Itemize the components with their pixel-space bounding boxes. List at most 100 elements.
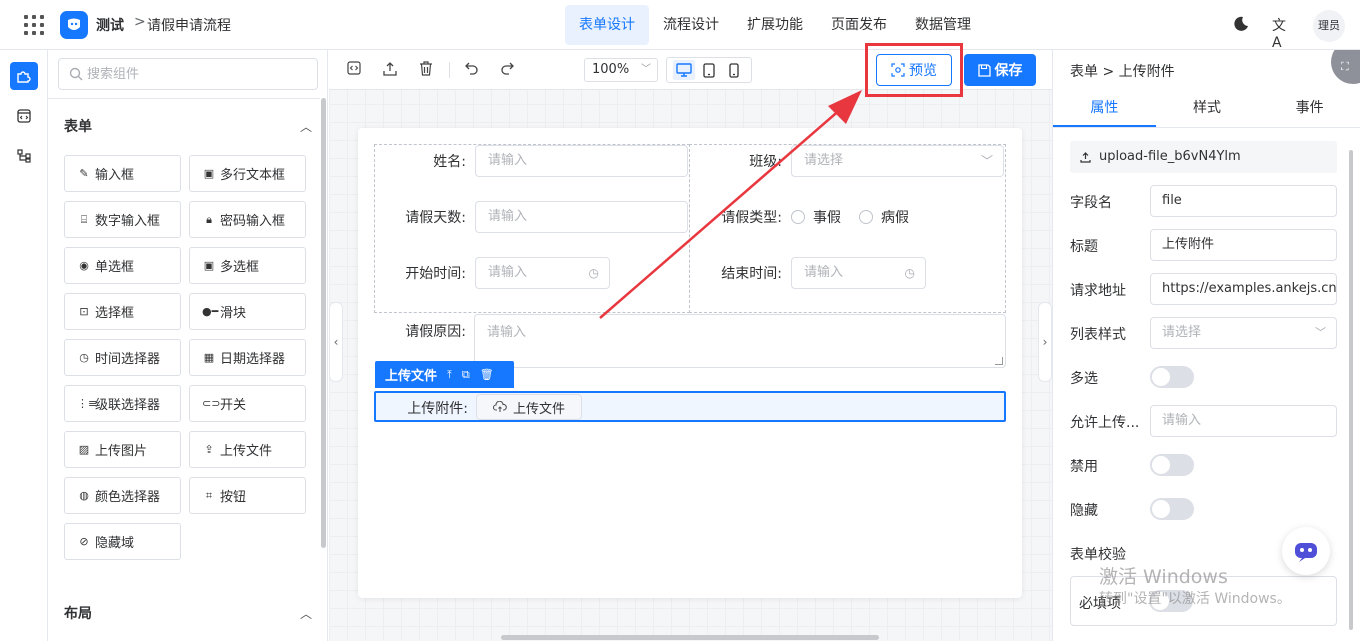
trash-icon[interactable]: 🗑︎ <box>480 368 494 381</box>
resize-grip-icon[interactable] <box>995 357 1003 365</box>
dark-mode-moon-icon[interactable] <box>1233 16 1249 32</box>
start-time-input[interactable]: 请输入 ◷ <box>475 257 610 289</box>
canvas-horizontal-scrollbar[interactable] <box>501 635 879 640</box>
comp-checkbox[interactable]: ▣ 多选框 <box>189 247 306 284</box>
comp-label: 颜色选择器 <box>95 490 161 505</box>
apps-grid-icon[interactable] <box>24 15 44 35</box>
selected-tag-label: 上传文件 <box>385 369 438 384</box>
end-time-input[interactable]: 请输入 ◷ <box>791 257 926 289</box>
desktop-icon[interactable] <box>672 60 695 80</box>
name-input[interactable]: 请输入 <box>475 145 688 177</box>
comp-upload-file[interactable]: ⇪ 上传文件 <box>189 431 306 468</box>
group-title-form[interactable]: 表单 <box>64 116 92 136</box>
request-url-input[interactable]: https://examples.ankejs.cn/ <box>1150 273 1337 305</box>
palette-scrollbar[interactable] <box>321 98 326 548</box>
tab-style[interactable]: 样式 <box>1156 90 1259 127</box>
radio-personal-leave[interactable]: 事假 <box>791 207 841 227</box>
comp-color-picker[interactable]: ◍ 颜色选择器 <box>64 477 181 514</box>
chevron-up-icon[interactable]: ︿ <box>300 605 312 622</box>
left-icon-rail <box>0 50 48 641</box>
delete-icon[interactable] <box>417 61 435 79</box>
switch-knob <box>1152 368 1170 386</box>
save-label: 保存 <box>994 63 1023 79</box>
radio-sick-leave[interactable]: 病假 <box>859 207 909 227</box>
translate-icon[interactable]: 文A <box>1272 15 1290 51</box>
app-logo-icon <box>60 11 88 39</box>
clock-icon: ◷ <box>904 266 915 280</box>
collapse-right-handle[interactable]: › <box>1038 302 1052 382</box>
comp-radio[interactable]: ◉ 单选框 <box>64 247 181 284</box>
app-name[interactable]: 测试 <box>96 15 124 35</box>
comp-slider[interactable]: ●━ 滑块 <box>189 293 306 330</box>
tablet-icon[interactable] <box>698 60 720 80</box>
component-id-text: upload-file_b6vN4Ylm <box>1099 149 1241 164</box>
multiple-switch[interactable] <box>1150 366 1194 388</box>
title-input[interactable]: 上传附件 <box>1150 229 1337 261</box>
tab-extensions[interactable]: 扩展功能 <box>733 5 817 45</box>
class-select[interactable]: 请选择 ﹀ <box>791 145 1004 177</box>
comp-hidden-field[interactable]: ⊘ 隐藏域 <box>64 523 181 560</box>
search-input[interactable] <box>87 59 312 89</box>
comp-date-picker[interactable]: ▦ 日期选择器 <box>189 339 306 376</box>
tab-events[interactable]: 事件 <box>1258 90 1360 127</box>
tab-form-design[interactable]: 表单设计 <box>565 5 649 45</box>
comp-select[interactable]: ⊡ 选择框 <box>64 293 181 330</box>
save-button[interactable]: 保存 <box>964 54 1036 86</box>
breadcrumb-root[interactable]: 表单 <box>1070 64 1098 80</box>
tab-properties[interactable]: 属性 <box>1053 90 1156 127</box>
import-icon[interactable] <box>381 61 399 79</box>
textarea-icon: ▣ <box>203 167 215 180</box>
selected-upload-field[interactable]: 上传附件: 上传文件 <box>374 391 1006 422</box>
allow-upload-input[interactable]: 请输入 <box>1150 405 1337 437</box>
number-icon: ⌸ <box>80 212 88 226</box>
comp-time-picker[interactable]: ◷ 时间选择器 <box>64 339 181 376</box>
device-switcher <box>666 57 752 83</box>
upload-file-button[interactable]: 上传文件 <box>476 394 582 420</box>
assistant-bot-icon[interactable] <box>1282 527 1330 575</box>
comp-switch[interactable]: ⊂⊃ 开关 <box>189 385 306 422</box>
properties-panel: 表单 > 上传附件 ⛶ 属性 样式 事件 upload-file_b6vN4Yl… <box>1052 50 1360 641</box>
tab-page-publish[interactable]: 页面发布 <box>817 5 901 45</box>
group-title-layout[interactable]: 布局 <box>64 603 92 623</box>
tab-flow-design[interactable]: 流程设计 <box>649 5 733 45</box>
hidden-switch[interactable] <box>1150 498 1194 520</box>
copy-icon[interactable]: ⧉ <box>462 368 470 382</box>
mobile-icon[interactable] <box>723 60 745 80</box>
rail-tree-icon[interactable] <box>10 142 38 170</box>
list-style-select[interactable]: 请选择 ﹀ <box>1150 317 1337 349</box>
rail-code-icon[interactable] <box>10 102 38 130</box>
placeholder: 请选择 <box>804 153 844 168</box>
label-request-url: 请求地址 <box>1070 283 1126 299</box>
reason-textarea[interactable]: 请输入 <box>474 314 1006 368</box>
comp-input[interactable]: ✎ 输入框 <box>64 155 181 192</box>
comp-cascader[interactable]: ⋮≡ 级联选择器 <box>64 385 181 422</box>
code-view-icon[interactable] <box>345 61 363 79</box>
tab-data-management[interactable]: 数据管理 <box>901 5 985 45</box>
rail-components-icon[interactable] <box>10 62 38 90</box>
redo-icon[interactable] <box>498 61 516 79</box>
comp-upload-image[interactable]: ▨ 上传图片 <box>64 431 181 468</box>
fullscreen-icon[interactable]: ⛶ <box>1331 50 1360 84</box>
label-multiple: 多选 <box>1070 371 1098 387</box>
days-input[interactable]: 请输入 <box>475 201 688 233</box>
comp-password[interactable]: 🔒︎ 密码输入框 <box>189 201 306 238</box>
user-avatar[interactable]: 理员 <box>1313 10 1345 42</box>
comp-number[interactable]: ⌸ 数字输入框 <box>64 201 181 238</box>
comp-textarea[interactable]: ▣ 多行文本框 <box>189 155 306 192</box>
placeholder: 请输入 <box>804 265 844 280</box>
windows-activation-watermark: 激活 Windows <box>1099 566 1228 588</box>
chevron-up-icon[interactable]: ︿ <box>300 118 312 135</box>
zoom-select[interactable]: 100% ﹀ <box>584 58 658 82</box>
props-scrollbar[interactable] <box>1349 150 1353 630</box>
undo-icon[interactable] <box>462 61 480 79</box>
chevron-down-icon: ﹀ <box>641 64 651 75</box>
label-disabled: 禁用 <box>1070 459 1098 475</box>
disabled-switch[interactable] <box>1150 454 1194 476</box>
radio-circle <box>859 210 873 224</box>
field-name-input[interactable]: file <box>1150 185 1337 217</box>
field-label-leave-type: 请假类型: <box>721 210 782 226</box>
move-top-icon[interactable]: ⤒ <box>447 368 452 382</box>
comp-button[interactable]: ⌗ 按钮 <box>189 477 306 514</box>
collapse-left-handle[interactable]: ‹ <box>329 302 343 382</box>
comp-label: 单选框 <box>95 260 135 275</box>
